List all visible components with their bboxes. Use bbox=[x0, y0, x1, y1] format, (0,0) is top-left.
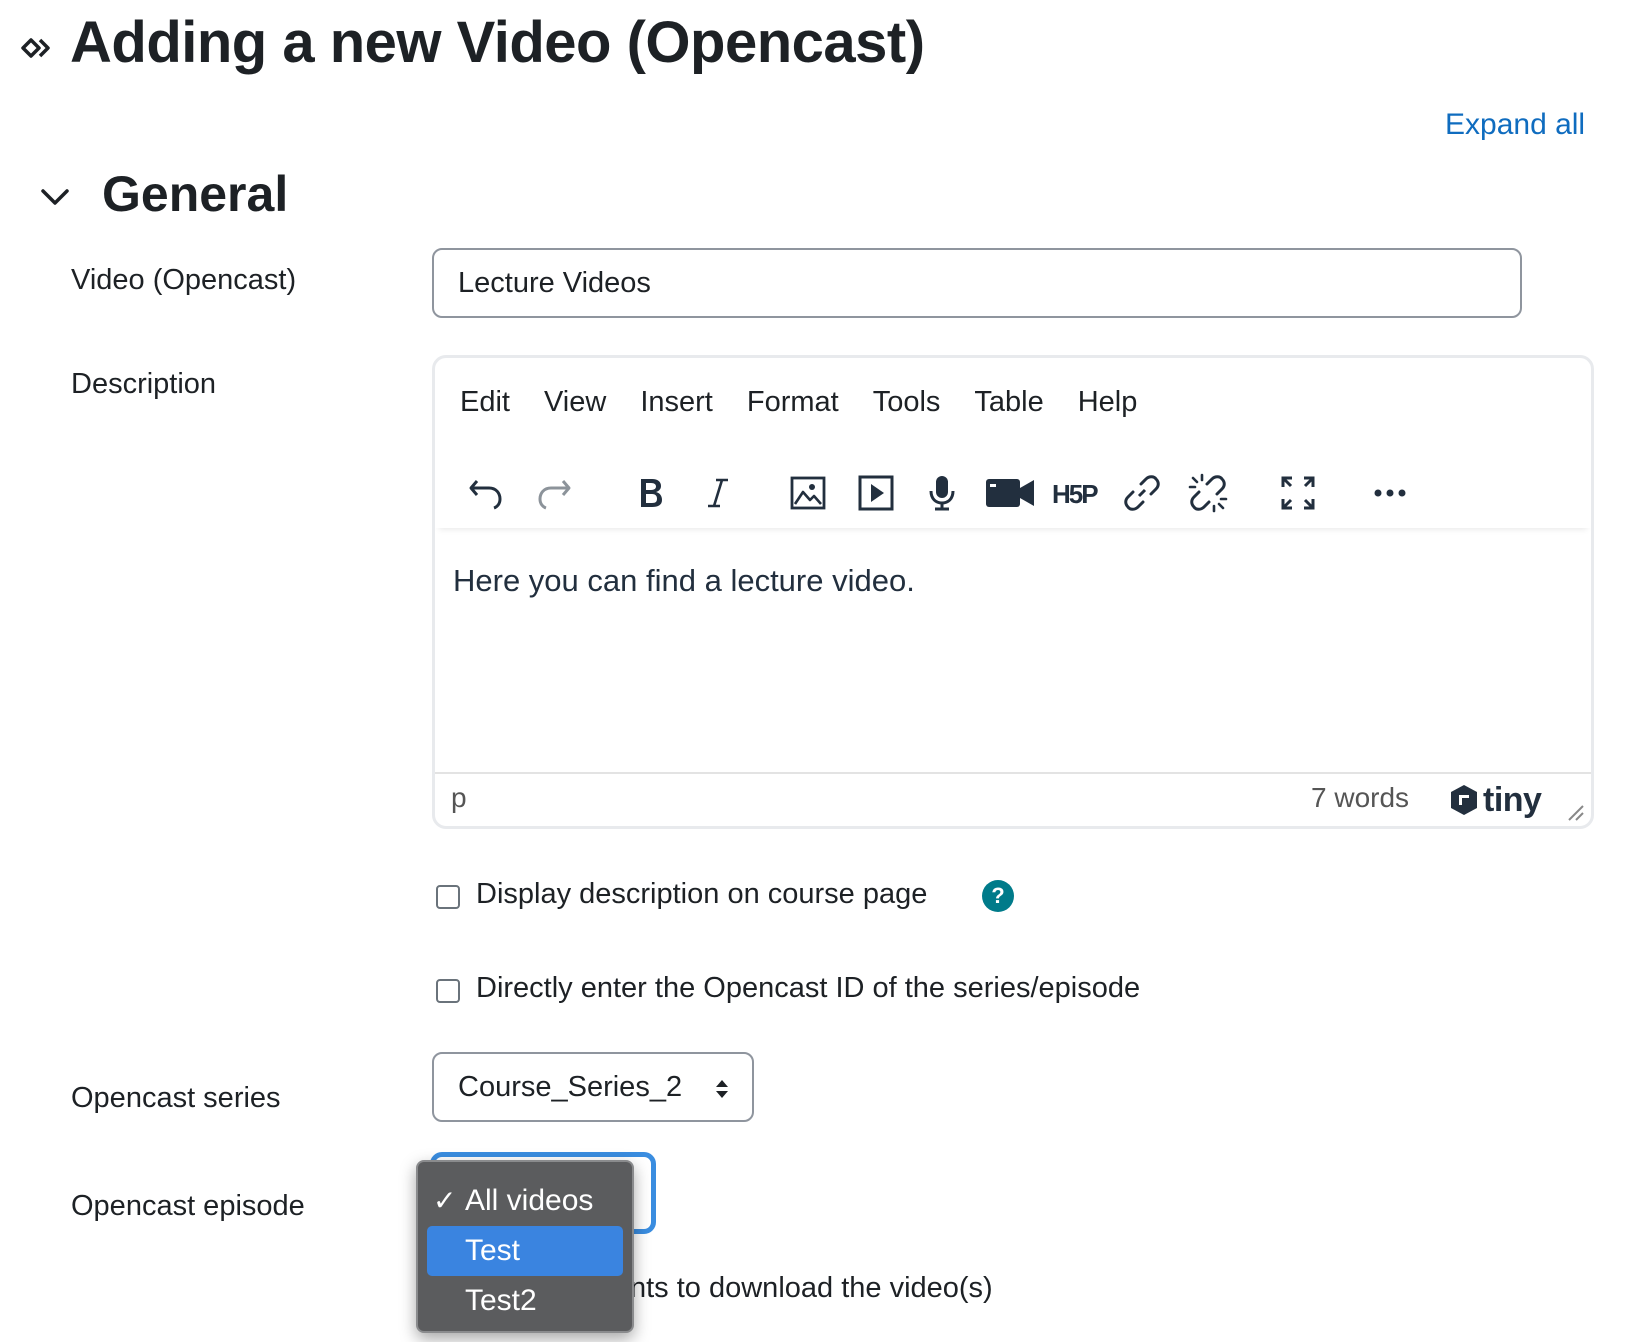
menu-table[interactable]: Table bbox=[974, 386, 1043, 419]
tiny-brand-text: tiny bbox=[1483, 780, 1542, 819]
direct-id-checkbox[interactable] bbox=[436, 979, 460, 1003]
menu-insert[interactable]: Insert bbox=[640, 386, 713, 419]
h5p-icon: H5P bbox=[1052, 479, 1100, 509]
expand-all-link[interactable]: Expand all bbox=[1445, 108, 1585, 142]
series-label: Opencast series bbox=[71, 1082, 281, 1114]
name-label: Video (Opencast) bbox=[71, 264, 297, 296]
unlink-icon bbox=[1188, 473, 1228, 513]
display-description-checkbox[interactable] bbox=[436, 885, 460, 909]
media-icon bbox=[858, 475, 894, 511]
dropdown-option-test2[interactable]: Test2 bbox=[427, 1276, 623, 1326]
link-icon bbox=[1124, 475, 1160, 511]
bold-button[interactable] bbox=[623, 468, 677, 518]
editor-menubar: Edit View Insert Format Tools Table Help bbox=[460, 386, 1171, 419]
word-count[interactable]: 7 words bbox=[1311, 782, 1409, 814]
editor-statusbar: p 7 words tiny bbox=[435, 772, 1591, 826]
direct-id-label: Directly enter the Opencast ID of the se… bbox=[476, 972, 1141, 1004]
editor-toolbar: H5P bbox=[435, 458, 1591, 528]
name-input[interactable] bbox=[432, 248, 1522, 318]
redo-icon bbox=[538, 480, 571, 510]
menu-tools[interactable]: Tools bbox=[873, 386, 941, 419]
chevron-down-icon[interactable] bbox=[38, 180, 72, 214]
element-path[interactable]: p bbox=[451, 782, 467, 814]
dropdown-option-all-videos[interactable]: ✓ All videos bbox=[427, 1176, 623, 1226]
option-label: Test2 bbox=[465, 1284, 537, 1317]
select-arrows-icon bbox=[716, 1080, 728, 1098]
record-video-button[interactable] bbox=[983, 468, 1037, 518]
activity-icon bbox=[21, 38, 50, 58]
redo-button[interactable] bbox=[527, 468, 581, 518]
menu-help[interactable]: Help bbox=[1078, 386, 1138, 419]
audio-record-icon bbox=[929, 476, 955, 511]
fullscreen-icon bbox=[1281, 476, 1315, 510]
video-record-icon bbox=[986, 479, 1034, 507]
more-icon bbox=[1374, 489, 1406, 497]
record-audio-button[interactable] bbox=[915, 468, 969, 518]
editor-content[interactable]: Here you can find a lecture video. bbox=[453, 563, 915, 599]
dropdown-option-test[interactable]: Test bbox=[427, 1226, 623, 1276]
description-label: Description bbox=[71, 368, 217, 400]
episode-label: Opencast episode bbox=[71, 1190, 305, 1222]
description-editor: Edit View Insert Format Tools Table Help bbox=[432, 355, 1594, 829]
display-description-label: Display description on course page bbox=[476, 878, 928, 910]
section-title: General bbox=[102, 166, 289, 222]
image-icon bbox=[790, 476, 826, 510]
unlink-button[interactable] bbox=[1181, 468, 1235, 518]
svg-text:H5P: H5P bbox=[1052, 479, 1098, 509]
italic-button[interactable] bbox=[691, 468, 745, 518]
more-button[interactable] bbox=[1363, 468, 1417, 518]
menu-view[interactable]: View bbox=[544, 386, 606, 419]
fullscreen-button[interactable] bbox=[1271, 468, 1325, 518]
download-option-label: nts to download the video(s) bbox=[630, 1272, 993, 1304]
resize-handle-icon[interactable] bbox=[1563, 800, 1585, 822]
series-select-value: Course_Series_2 bbox=[458, 1071, 683, 1103]
undo-button[interactable] bbox=[459, 468, 513, 518]
menu-format[interactable]: Format bbox=[747, 386, 839, 419]
tiny-logo-icon bbox=[1451, 785, 1477, 815]
undo-icon bbox=[469, 480, 502, 510]
link-button[interactable] bbox=[1115, 468, 1169, 518]
media-button[interactable] bbox=[849, 468, 903, 518]
bold-icon bbox=[641, 479, 662, 507]
series-select[interactable]: Course_Series_2 bbox=[432, 1052, 754, 1122]
help-icon[interactable]: ? bbox=[982, 880, 1014, 912]
option-label: Test bbox=[465, 1234, 521, 1267]
page-title: Adding a new Video (Opencast) bbox=[70, 10, 925, 75]
image-button[interactable] bbox=[781, 468, 835, 518]
menu-edit[interactable]: Edit bbox=[460, 386, 510, 419]
italic-icon bbox=[708, 478, 728, 508]
episode-dropdown: ✓ All videos Test Test2 bbox=[416, 1160, 634, 1333]
checkmark-icon: ✓ bbox=[433, 1185, 457, 1216]
h5p-button[interactable]: H5P bbox=[1049, 468, 1103, 518]
tiny-logo[interactable]: tiny bbox=[1449, 780, 1542, 820]
option-label: All videos bbox=[465, 1184, 594, 1217]
